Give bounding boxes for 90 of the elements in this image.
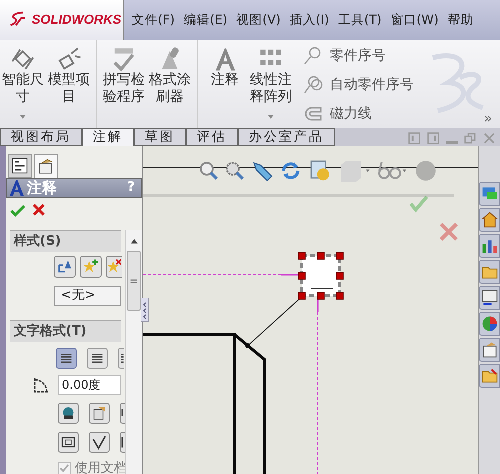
menu-item[interactable]: 插入(I) (290, 10, 330, 30)
note-icon (9, 180, 25, 196)
align-icon (91, 352, 104, 365)
document-icon (92, 406, 107, 421)
check-icon (10, 203, 26, 219)
caret-icon (267, 114, 275, 120)
more-button[interactable]: » (484, 112, 493, 126)
menu-item[interactable]: 窗口(W) (390, 10, 439, 30)
close-icon (32, 203, 46, 217)
tile-icon (408, 132, 421, 145)
panel-title: 注释 (27, 180, 57, 196)
spell-check-icon (111, 46, 137, 72)
task-pane-tab[interactable] (479, 286, 500, 310)
balloon-icon (302, 75, 324, 95)
confirm-check-icon (407, 194, 431, 214)
note-box (298, 252, 344, 300)
style-button[interactable] (80, 256, 102, 278)
surface-finish-icon (92, 435, 107, 450)
symbol-icon (121, 435, 124, 450)
ribbon-tab[interactable]: 视图布局 (0, 128, 82, 146)
app-logo: SOLIDWORKS (0, 0, 124, 40)
zoom-fit-icon (199, 160, 219, 182)
task-pane-tab[interactable] (479, 234, 500, 258)
ribbon-button[interactable]: 零件序号 (302, 43, 414, 69)
collapse-handle-icon (141, 298, 149, 322)
scroll-up-icon (130, 238, 138, 245)
clipboard-icon (480, 341, 498, 359)
ribbon-button[interactable]: 模型项目 (46, 40, 92, 128)
ribbon-tab[interactable]: 草图 (134, 128, 186, 146)
scrollbar[interactable] (125, 230, 142, 474)
menu-item[interactable]: 视图(V) (236, 10, 281, 30)
align-icon (60, 352, 73, 365)
minimize-icon (446, 141, 458, 144)
format-button[interactable] (89, 403, 110, 424)
angle-field[interactable]: 0.00度 (58, 375, 121, 395)
property-icon (38, 158, 54, 174)
ribbon-button[interactable]: 自动零件序号 (302, 72, 414, 98)
menu-item[interactable]: 帮助 (448, 10, 474, 30)
ribbon-button[interactable]: 智能尺寸 (0, 40, 46, 128)
format-button[interactable] (58, 432, 79, 453)
display-style-icon (339, 158, 371, 184)
ribbon-tab[interactable]: 注解 (82, 128, 134, 146)
refresh-style-icon (57, 259, 73, 275)
logo-icon (8, 11, 28, 29)
tree-icon (12, 158, 28, 174)
check-icon (59, 463, 70, 474)
scrollbar-thumb[interactable] (127, 251, 141, 311)
style-button[interactable] (106, 256, 122, 278)
globe-icon (61, 406, 76, 421)
folder-icon (480, 367, 498, 385)
group-header: 样式(S) (10, 230, 121, 252)
model-items-icon (56, 46, 82, 72)
star-plus-icon (83, 259, 99, 275)
menu-item[interactable]: 文件(F) (132, 10, 175, 30)
align-button[interactable] (56, 348, 77, 369)
align-icon (121, 352, 124, 365)
task-pane-tab[interactable] (479, 208, 500, 232)
restore-icon (464, 132, 477, 145)
panel-tab[interactable] (34, 154, 58, 178)
cancel-icon (438, 221, 460, 243)
panel-tab[interactable] (8, 154, 32, 178)
tile-icon (427, 132, 440, 145)
task-pane-tab[interactable] (479, 338, 500, 362)
star-delete-icon (107, 259, 121, 275)
color-wheel-icon (480, 315, 498, 333)
format-button[interactable] (58, 403, 79, 424)
view-palette-icon (480, 289, 498, 307)
align-button[interactable] (118, 348, 124, 369)
appearance-icon (415, 160, 437, 182)
frame-icon (61, 435, 76, 450)
style-button[interactable] (54, 256, 76, 278)
align-button[interactable] (87, 348, 108, 369)
menu-item[interactable]: 工具(T) (338, 10, 382, 30)
task-pane-tab[interactable] (479, 364, 500, 388)
zoom-area-icon (225, 160, 245, 182)
ribbon-button[interactable]: 格式涂刷器 (147, 40, 193, 128)
home-icon (480, 211, 498, 229)
format-button[interactable] (89, 432, 110, 453)
menu-item[interactable]: 编辑(E) (184, 10, 228, 30)
group-header: 文字格式(T) (10, 320, 121, 342)
ribbon-tab[interactable]: 办公室产品 (238, 128, 335, 146)
ribbon-button[interactable]: 线性注释阵列 (248, 40, 294, 128)
style-dropdown[interactable]: <无> (54, 286, 121, 306)
grip-icon (130, 277, 138, 285)
ribbon-button[interactable]: 磁力线 (302, 101, 414, 127)
task-pane-tab[interactable] (479, 312, 500, 336)
close-icon (483, 132, 496, 145)
use-doc-checkbox[interactable] (58, 462, 71, 474)
ribbon-tab[interactable]: 评估 (186, 128, 238, 146)
caret-icon (19, 114, 27, 120)
